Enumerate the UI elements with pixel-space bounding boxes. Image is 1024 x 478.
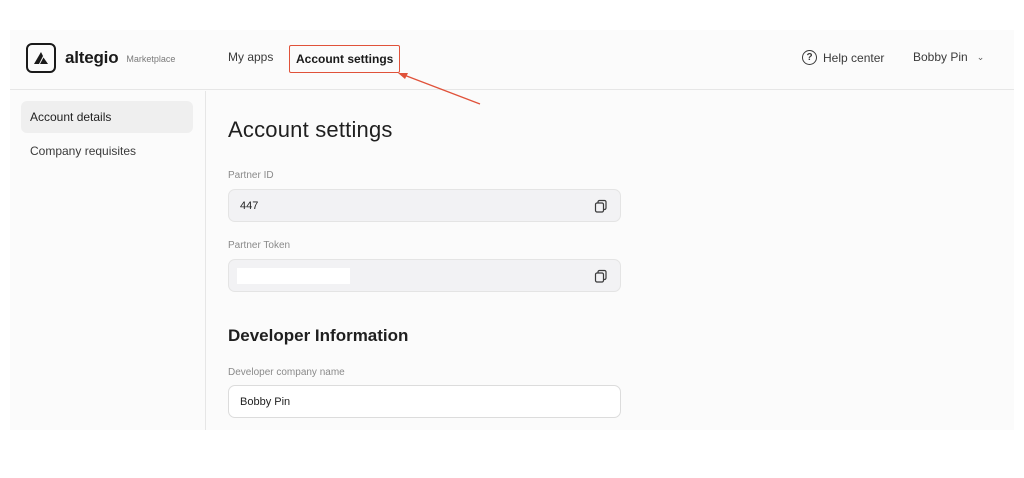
developer-company-name-label: Developer company name — [228, 367, 345, 378]
brand-name: altegio — [65, 48, 119, 67]
help-center-link[interactable]: ? Help center — [802, 50, 884, 65]
developer-company-name-input[interactable]: Bobby Pin — [228, 385, 621, 418]
user-name: Bobby Pin — [913, 50, 968, 64]
sidebar-item-label: Company requisites — [30, 144, 137, 158]
partner-id-label: Partner ID — [228, 170, 274, 181]
sidebar-item-label: Account details — [30, 110, 112, 124]
partner-token-field[interactable] — [228, 259, 621, 292]
sidebar-item-account-details[interactable]: Account details — [21, 101, 193, 133]
partner-id-field[interactable]: 447 — [228, 189, 621, 222]
token-redaction — [237, 268, 350, 284]
nav-account-settings[interactable]: Account settings — [289, 45, 401, 73]
user-menu[interactable]: Bobby Pin ⌄ — [913, 50, 984, 64]
main-content: Account settings Partner ID 447 Partner … — [228, 91, 1008, 430]
brand-subtitle: Marketplace — [126, 54, 176, 64]
help-center-label: Help center — [823, 50, 885, 65]
brand-logo[interactable]: altegio Marketplace — [26, 43, 175, 73]
question-circle-icon: ? — [802, 50, 817, 65]
developer-information-heading: Developer Information — [228, 326, 409, 345]
chevron-down-icon: ⌄ — [976, 51, 985, 62]
copy-icon[interactable] — [594, 269, 608, 283]
developer-company-name-value: Bobby Pin — [240, 395, 291, 408]
nav-my-apps[interactable]: My apps — [228, 50, 273, 64]
sidebar: Account details Company requisites — [10, 91, 206, 430]
app-window: altegio Marketplace My apps Account sett… — [10, 30, 1014, 430]
partner-id-value: 447 — [240, 199, 259, 212]
page-title: Account settings — [228, 117, 393, 142]
top-header: altegio Marketplace My apps Account sett… — [10, 30, 1014, 90]
sidebar-item-company-requisites[interactable]: Company requisites — [21, 135, 193, 167]
partner-token-label: Partner Token — [228, 240, 291, 251]
altegio-logo-icon — [26, 43, 56, 73]
copy-icon[interactable] — [594, 199, 608, 213]
